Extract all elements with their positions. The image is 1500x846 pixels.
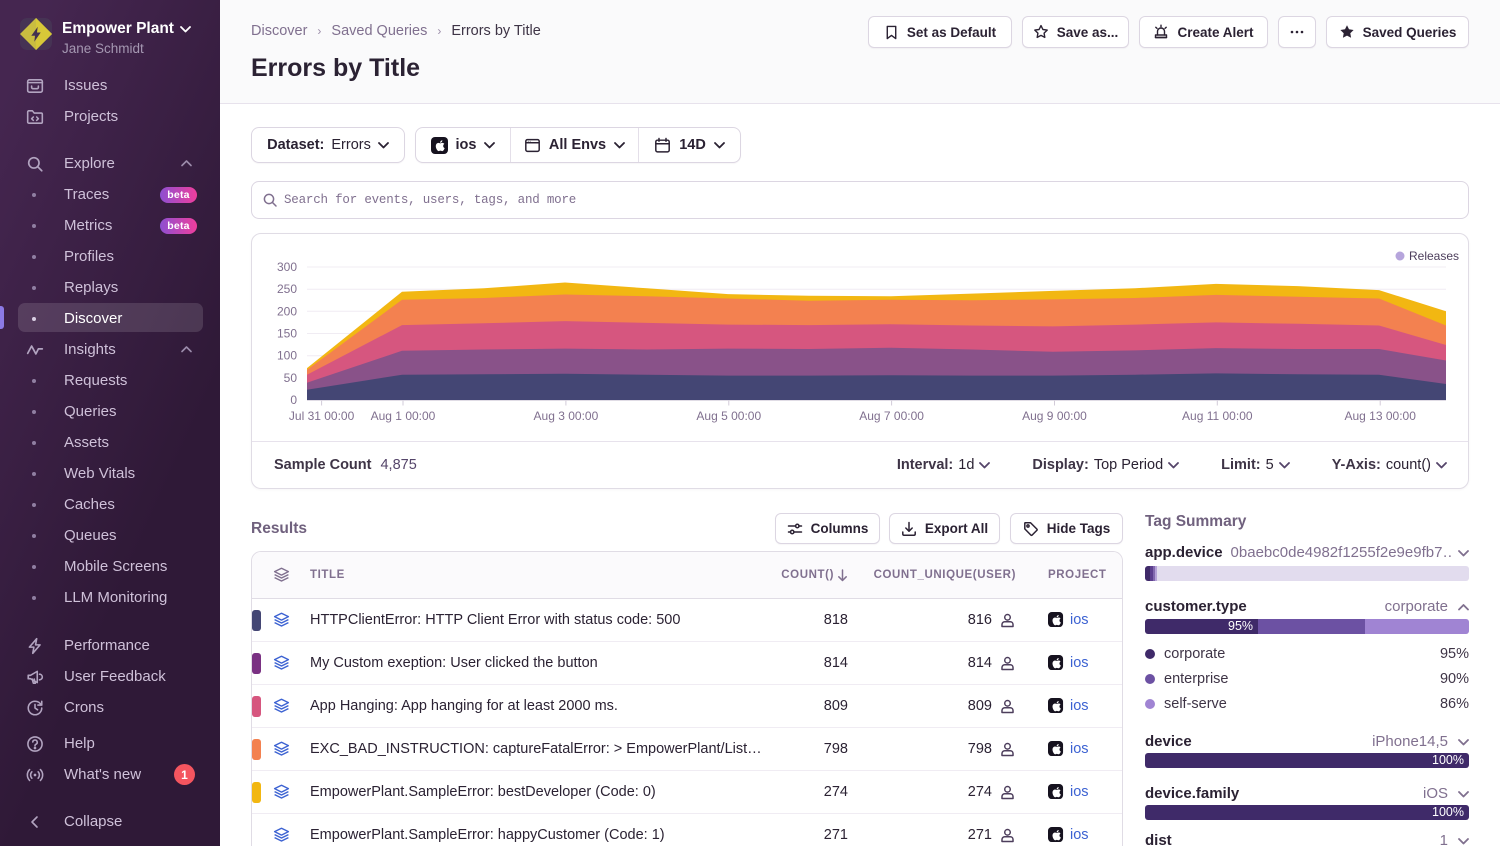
svg-text:Jul 31 00:00: Jul 31 00:00 [289,409,355,423]
svg-text:Aug 11 00:00: Aug 11 00:00 [1182,409,1253,423]
svg-text:200: 200 [277,304,297,318]
svg-text:Aug 5 00:00: Aug 5 00:00 [696,409,761,423]
svg-text:Aug 1 00:00: Aug 1 00:00 [371,409,436,423]
svg-text:0: 0 [290,393,297,407]
svg-text:50: 50 [284,371,298,385]
svg-text:250: 250 [277,282,297,296]
svg-text:Aug 13 00:00: Aug 13 00:00 [1344,409,1416,423]
svg-text:Releases: Releases [1409,249,1459,263]
svg-text:Aug 7 00:00: Aug 7 00:00 [859,409,924,423]
svg-text:150: 150 [277,327,297,341]
svg-text:300: 300 [277,260,297,274]
svg-text:Aug 3 00:00: Aug 3 00:00 [534,409,599,423]
svg-text:100: 100 [277,349,297,363]
svg-text:Aug 9 00:00: Aug 9 00:00 [1022,409,1087,423]
